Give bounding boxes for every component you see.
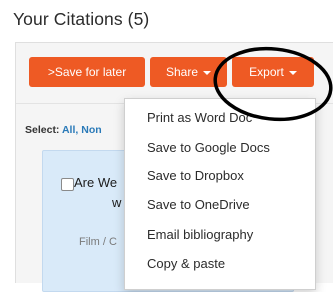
checkbox-icon[interactable] (61, 178, 74, 191)
menu-item-email-bibliography[interactable]: Email bibliography (147, 227, 253, 242)
share-label: Share (166, 65, 199, 79)
save-for-later-button[interactable]: >Save for later (29, 57, 145, 87)
select-all-link[interactable]: All, (62, 124, 78, 136)
export-button[interactable]: Export (232, 57, 314, 87)
share-button[interactable]: Share (150, 57, 227, 87)
citation-meta: Film / C (79, 236, 117, 248)
menu-item-onedrive[interactable]: Save to OneDrive (147, 197, 250, 212)
select-label: Select: (25, 124, 60, 136)
menu-item-dropbox[interactable]: Save to Dropbox (147, 168, 244, 183)
select-row: Select: All, Non (25, 124, 102, 136)
citation-title-continued: w (112, 195, 122, 210)
caret-down-icon (288, 71, 297, 75)
citation-title: Are We (74, 175, 118, 190)
page-title: Your Citations (5) (13, 9, 150, 29)
menu-item-copy-paste[interactable]: Copy & paste (147, 256, 225, 271)
menu-item-google-docs[interactable]: Save to Google Docs (147, 140, 270, 155)
caret-down-icon (203, 71, 212, 75)
select-none-link[interactable]: Non (81, 124, 101, 136)
save-for-later-label: >Save for later (47, 65, 127, 79)
menu-item-print-word[interactable]: Print as Word Doc (147, 110, 252, 125)
export-label: Export (249, 65, 284, 79)
